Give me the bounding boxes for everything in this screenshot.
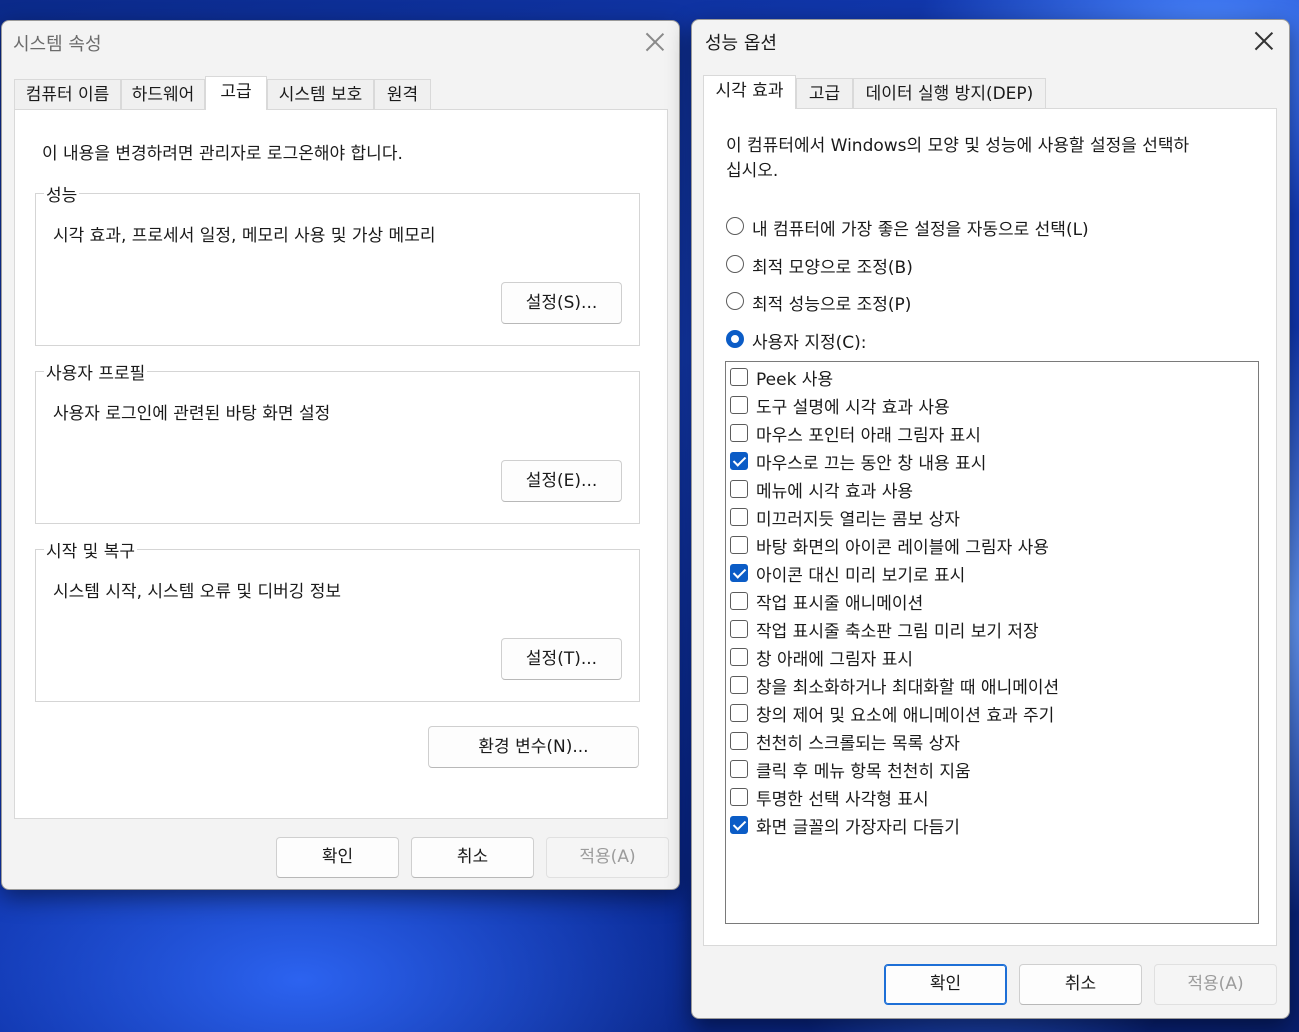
checkbox-label: 아이콘 대신 미리 보기로 표시 bbox=[756, 566, 966, 586]
radio-label: 최적 모양으로 조정(B) bbox=[752, 258, 913, 278]
checkbox-label: 메뉴에 시각 효과 사용 bbox=[756, 482, 913, 502]
tab-hardware[interactable]: 하드웨어 bbox=[121, 79, 205, 109]
tab-computer-name[interactable]: 컴퓨터 이름 bbox=[14, 79, 121, 109]
tab-strip: 시각 효과 고급 데이터 실행 방지(DEP) bbox=[703, 75, 1277, 110]
visual-effects-panel: 이 컴퓨터에서 Windows의 모양 및 성능에 사용할 설정을 선택하 십시… bbox=[703, 108, 1277, 946]
checkbox[interactable] bbox=[730, 396, 748, 414]
admin-notice: 이 내용을 변경하려면 관리자로 로그온해야 합니다. bbox=[42, 144, 403, 164]
radio-label: 최적 성능으로 조정(P) bbox=[752, 295, 912, 315]
checkbox[interactable] bbox=[730, 732, 748, 750]
checkbox[interactable] bbox=[730, 788, 748, 806]
startup-recovery-settings-button[interactable]: 설정(T)... bbox=[501, 638, 622, 680]
radio-button[interactable] bbox=[726, 292, 744, 310]
checkbox[interactable] bbox=[730, 536, 748, 554]
performance-settings-button[interactable]: 설정(S)... bbox=[501, 282, 622, 324]
checkbox[interactable] bbox=[730, 704, 748, 722]
checkbox[interactable] bbox=[730, 508, 748, 526]
performance-group: 성능 시각 효과, 프로세서 일정, 메모리 사용 및 가상 메모리 설정(S)… bbox=[35, 181, 640, 346]
tab-strip: 컴퓨터 이름 하드웨어 고급 시스템 보호 원격 bbox=[14, 76, 668, 111]
checkbox[interactable] bbox=[730, 368, 748, 386]
checkbox-label: 마우스로 끄는 동안 창 내용 표시 bbox=[756, 454, 987, 474]
group-description: 시각 효과, 프로세서 일정, 메모리 사용 및 가상 메모리 bbox=[53, 226, 436, 246]
close-icon[interactable] bbox=[1252, 29, 1276, 53]
checkbox-label: 작업 표시줄 애니메이션 bbox=[756, 594, 924, 614]
user-profiles-group: 사용자 프로필 사용자 로그인에 관련된 바탕 화면 설정 설정(E)... bbox=[35, 359, 640, 524]
cancel-button[interactable]: 취소 bbox=[1019, 964, 1142, 1005]
checkbox-label: 투명한 선택 사각형 표시 bbox=[756, 790, 929, 810]
tab-advanced[interactable]: 고급 bbox=[205, 76, 267, 110]
group-title: 성능 bbox=[44, 181, 80, 206]
checkbox-label: 창의 제어 및 요소에 애니메이션 효과 주기 bbox=[756, 706, 1055, 726]
visual-effects-list[interactable]: Peek 사용도구 설명에 시각 효과 사용마우스 포인터 아래 그림자 표시마… bbox=[725, 361, 1259, 924]
checkbox-label: 미끄러지듯 열리는 콤보 상자 bbox=[756, 510, 960, 530]
checkbox[interactable] bbox=[730, 648, 748, 666]
checkbox[interactable] bbox=[730, 564, 748, 582]
system-properties-window: 시스템 속성 컴퓨터 이름 하드웨어 고급 시스템 보호 원격 이 내용을 변경… bbox=[1, 20, 680, 890]
checkbox-label: 도구 설명에 시각 효과 사용 bbox=[756, 398, 950, 418]
checkbox-label: 화면 글꼴의 가장자리 다듬기 bbox=[756, 818, 960, 838]
intro-text-line2: 십시오. bbox=[726, 161, 779, 181]
radio-button[interactable] bbox=[726, 255, 744, 273]
window-title: 시스템 속성 bbox=[13, 34, 102, 55]
apply-button: 적용(A) bbox=[546, 837, 669, 878]
checkbox[interactable] bbox=[730, 480, 748, 498]
apply-button: 적용(A) bbox=[1154, 964, 1277, 1005]
intro-text-line1: 이 컴퓨터에서 Windows의 모양 및 성능에 사용할 설정을 선택하 bbox=[726, 136, 1190, 156]
close-icon[interactable] bbox=[643, 30, 667, 54]
radio-label: 내 컴퓨터에 가장 좋은 설정을 자동으로 선택(L) bbox=[752, 220, 1089, 240]
radio-button[interactable] bbox=[726, 217, 744, 235]
checkbox[interactable] bbox=[730, 424, 748, 442]
user-profiles-settings-button[interactable]: 설정(E)... bbox=[501, 460, 622, 502]
ok-button[interactable]: 확인 bbox=[276, 837, 399, 878]
window-title: 성능 옵션 bbox=[705, 33, 777, 54]
checkbox-label: 클릭 후 메뉴 항목 천천히 지움 bbox=[756, 762, 971, 782]
checkbox[interactable] bbox=[730, 620, 748, 638]
group-description: 사용자 로그인에 관련된 바탕 화면 설정 bbox=[53, 404, 331, 424]
tab-system-protection[interactable]: 시스템 보호 bbox=[267, 79, 374, 109]
environment-variables-button[interactable]: 환경 변수(N)... bbox=[428, 726, 639, 768]
group-title: 시작 및 복구 bbox=[44, 537, 138, 562]
group-description: 시스템 시작, 시스템 오류 및 디버깅 정보 bbox=[53, 582, 342, 602]
checkbox-label: 천천히 스크롤되는 목록 상자 bbox=[756, 734, 960, 754]
group-title: 사용자 프로필 bbox=[44, 359, 148, 384]
tab-dep[interactable]: 데이터 실행 방지(DEP) bbox=[853, 78, 1046, 108]
radio-button[interactable] bbox=[726, 330, 744, 348]
cancel-button[interactable]: 취소 bbox=[411, 837, 534, 878]
checkbox-label: 바탕 화면의 아이콘 레이블에 그림자 사용 bbox=[756, 538, 1049, 558]
tab-advanced[interactable]: 고급 bbox=[796, 78, 853, 108]
checkbox-label: 창을 최소화하거나 최대화할 때 애니메이션 bbox=[756, 678, 1060, 698]
checkbox-label: 작업 표시줄 축소판 그림 미리 보기 저장 bbox=[756, 622, 1039, 642]
checkbox[interactable] bbox=[730, 760, 748, 778]
checkbox[interactable] bbox=[730, 452, 748, 470]
checkbox[interactable] bbox=[730, 676, 748, 694]
ok-button[interactable]: 확인 bbox=[884, 964, 1007, 1005]
tab-visual-effects[interactable]: 시각 효과 bbox=[703, 75, 796, 109]
checkbox-label: Peek 사용 bbox=[756, 370, 834, 390]
checkbox[interactable] bbox=[730, 592, 748, 610]
performance-options-window: 성능 옵션 시각 효과 고급 데이터 실행 방지(DEP) 이 컴퓨터에서 Wi… bbox=[691, 19, 1290, 1019]
startup-recovery-group: 시작 및 복구 시스템 시작, 시스템 오류 및 디버깅 정보 설정(T)... bbox=[35, 537, 640, 702]
tab-remote[interactable]: 원격 bbox=[374, 79, 431, 109]
checkbox[interactable] bbox=[730, 816, 748, 834]
checkbox-label: 마우스 포인터 아래 그림자 표시 bbox=[756, 426, 981, 446]
checkbox-label: 창 아래에 그림자 표시 bbox=[756, 650, 913, 670]
radio-label: 사용자 지정(C): bbox=[752, 333, 867, 353]
advanced-tab-panel: 이 내용을 변경하려면 관리자로 로그온해야 합니다. 성능 시각 효과, 프로… bbox=[14, 109, 668, 819]
